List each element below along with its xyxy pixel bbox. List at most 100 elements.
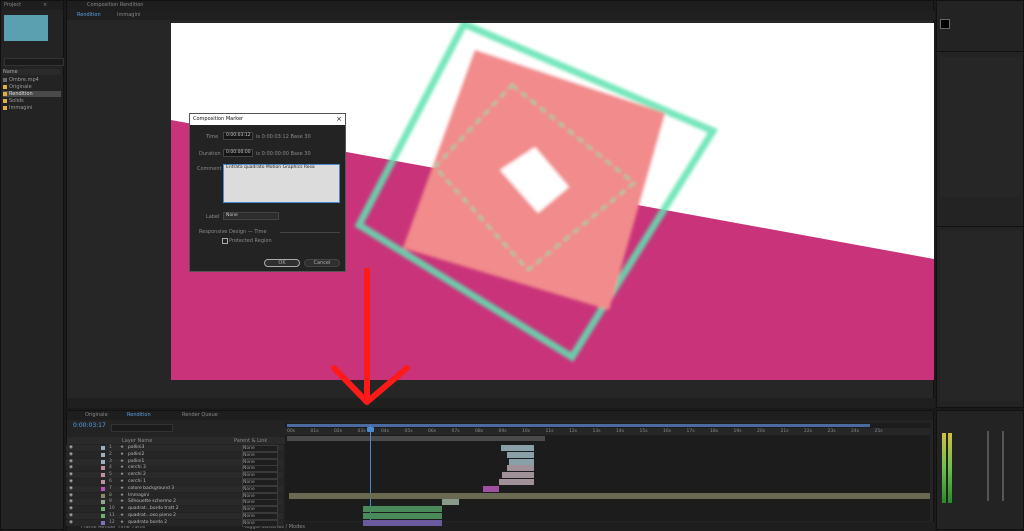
layer-bar[interactable]: [507, 465, 534, 472]
time-field[interactable]: 0:00:03:12: [223, 132, 253, 140]
label-color-swatch[interactable]: [101, 459, 105, 464]
duration-field[interactable]: 0:00:00:00: [223, 149, 253, 157]
label-color-swatch[interactable]: [101, 520, 105, 525]
layer-name[interactable]: Immagini: [128, 493, 149, 498]
layer-number: 2: [109, 451, 112, 457]
tab-project[interactable]: Project: [4, 2, 21, 8]
layer-name[interactable]: cerchi 1: [128, 479, 146, 484]
parent-select[interactable]: None: [242, 519, 278, 527]
layer-name[interactable]: quadrat...oso pieno 2: [128, 513, 176, 518]
tab-rendition[interactable]: Rendition: [77, 12, 101, 18]
ok-button[interactable]: OK: [264, 259, 300, 267]
timeline-search[interactable]: [111, 424, 173, 432]
list-item[interactable]: Rendition: [3, 91, 61, 97]
close-icon[interactable]: ×: [43, 2, 47, 8]
layer-name[interactable]: cerchi 3: [128, 465, 146, 470]
layer-bar[interactable]: [509, 458, 534, 465]
eye-icon[interactable]: ◉: [69, 486, 73, 491]
layer-row[interactable]: ◉ 3 ★ pallini1 None: [66, 458, 283, 466]
eye-icon[interactable]: ◉: [69, 452, 73, 457]
layer-bar[interactable]: [499, 479, 534, 485]
playhead-handle[interactable]: [367, 427, 374, 432]
project-search[interactable]: [4, 58, 64, 66]
folder-icon: [3, 98, 7, 103]
star-icon: ★: [120, 492, 125, 498]
layer-row[interactable]: ◉ 11 ★ quadrat...oso pieno 2 None: [66, 513, 283, 520]
comment-field[interactable]: Entrata quadrato Motion Graphics Rosa: [223, 164, 340, 203]
layer-row[interactable]: ◉ 2 ★ pallini2 None: [66, 451, 283, 459]
eye-icon[interactable]: ◉: [69, 459, 73, 464]
layer-bar[interactable]: [502, 472, 534, 479]
layer-name[interactable]: quadrato bordo 2: [128, 520, 167, 525]
tab-render-queue[interactable]: Render Queue: [182, 412, 218, 418]
volume-slider[interactable]: [987, 431, 989, 501]
layer-bar[interactable]: [442, 499, 459, 506]
layer-name[interactable]: quadrat...bordo tratt 2: [128, 506, 179, 511]
layer-name[interactable]: pallini3: [128, 445, 144, 450]
star-icon: ★: [120, 458, 125, 464]
label-color-swatch[interactable]: [101, 480, 105, 484]
layer-bar[interactable]: [507, 451, 534, 458]
list-item[interactable]: Ombre.mp4: [3, 77, 61, 83]
layer-bar[interactable]: [483, 485, 499, 492]
label-color-swatch[interactable]: [101, 446, 105, 450]
eye-icon[interactable]: ◉: [69, 493, 73, 498]
volume-slider[interactable]: [1002, 431, 1004, 501]
list-item[interactable]: Solids: [3, 98, 61, 104]
layer-row[interactable]: ◉ 9 ★ Silhouette schermo 2 None: [66, 499, 283, 507]
layer-row[interactable]: ◉ 7 ★ colore background 3 None: [66, 485, 283, 493]
label-color-swatch[interactable]: [101, 486, 105, 491]
eye-icon[interactable]: ◉: [69, 479, 73, 484]
tab-rendition-timeline[interactable]: Rendition: [127, 412, 151, 418]
layer-row[interactable]: ◉ 10 ★ quadrat...bordo tratt 2 None: [66, 506, 283, 514]
timecode[interactable]: 0:00:03:17: [73, 422, 106, 429]
col-parent[interactable]: Parent & Link: [234, 438, 267, 444]
tab-originale[interactable]: Originale: [85, 412, 108, 418]
work-area-bar[interactable]: [287, 424, 870, 427]
close-icon[interactable]: ×: [336, 115, 342, 123]
layer-name[interactable]: cerchi 2: [128, 472, 146, 477]
layer-bar[interactable]: [289, 492, 930, 499]
eye-icon[interactable]: ◉: [69, 513, 73, 518]
cancel-button[interactable]: Cancel: [304, 259, 340, 267]
label-color-swatch[interactable]: [101, 466, 105, 471]
list-item[interactable]: Originale: [3, 84, 61, 90]
protected-region-checkbox[interactable]: [222, 238, 228, 244]
label-color-swatch[interactable]: [101, 507, 105, 512]
label-color-swatch[interactable]: [101, 500, 105, 505]
label-color-swatch[interactable]: [101, 473, 105, 478]
layer-bar[interactable]: [501, 445, 534, 451]
col-layer-name[interactable]: Layer Name: [122, 438, 152, 444]
layer-name[interactable]: pallini2: [128, 452, 144, 457]
tab-immagini[interactable]: Immagini: [117, 12, 140, 18]
layer-bar[interactable]: [363, 513, 442, 519]
label-color-swatch[interactable]: [101, 514, 105, 518]
layer-bar[interactable]: [363, 519, 442, 526]
label-select[interactable]: None: [223, 212, 279, 220]
eye-icon[interactable]: ◉: [69, 499, 73, 504]
eye-icon[interactable]: ◉: [69, 445, 73, 450]
eye-icon[interactable]: ◉: [69, 506, 73, 511]
ruler-tick-label: 17s: [686, 429, 695, 434]
layer-row[interactable]: ◉ 5 ★ cerchi 2 None: [66, 472, 283, 480]
footage-icon: [3, 77, 7, 82]
layer-bar[interactable]: [363, 506, 442, 513]
layer-row[interactable]: ◉ 6 ★ cerchi 1 None: [66, 479, 283, 486]
layer-name[interactable]: pallini1: [128, 459, 144, 464]
layer-row[interactable]: ◉ 8 ★ Immagini None: [66, 492, 283, 500]
time-ruler[interactable]: 00s 01s 02s 03s 04s 05s 06s 07s 08s 09s 10s 11s 12s 1…: [285, 428, 930, 435]
label-color-swatch[interactable]: [101, 452, 105, 457]
layer-row[interactable]: ◉ 4 ★ cerchi 3 None: [66, 465, 283, 473]
eye-icon[interactable]: ◉: [69, 465, 73, 470]
eye-icon[interactable]: ◉: [69, 520, 73, 525]
layer-row[interactable]: ◉ 1 ★ pallini3 None: [66, 445, 283, 452]
eye-icon[interactable]: ◉: [69, 472, 73, 477]
project-col-name[interactable]: Name: [3, 69, 61, 75]
layer-row[interactable]: ◉ 12 ★ quadrato bordo 2 None: [66, 519, 283, 527]
paragraph-controls: [940, 231, 1022, 401]
label-color-swatch[interactable]: [101, 493, 105, 498]
star-icon: ★: [120, 506, 125, 512]
layer-name[interactable]: Silhouette schermo 2: [128, 499, 176, 504]
list-item[interactable]: Immagini: [3, 105, 61, 111]
layer-name[interactable]: colore background 3: [128, 486, 174, 491]
